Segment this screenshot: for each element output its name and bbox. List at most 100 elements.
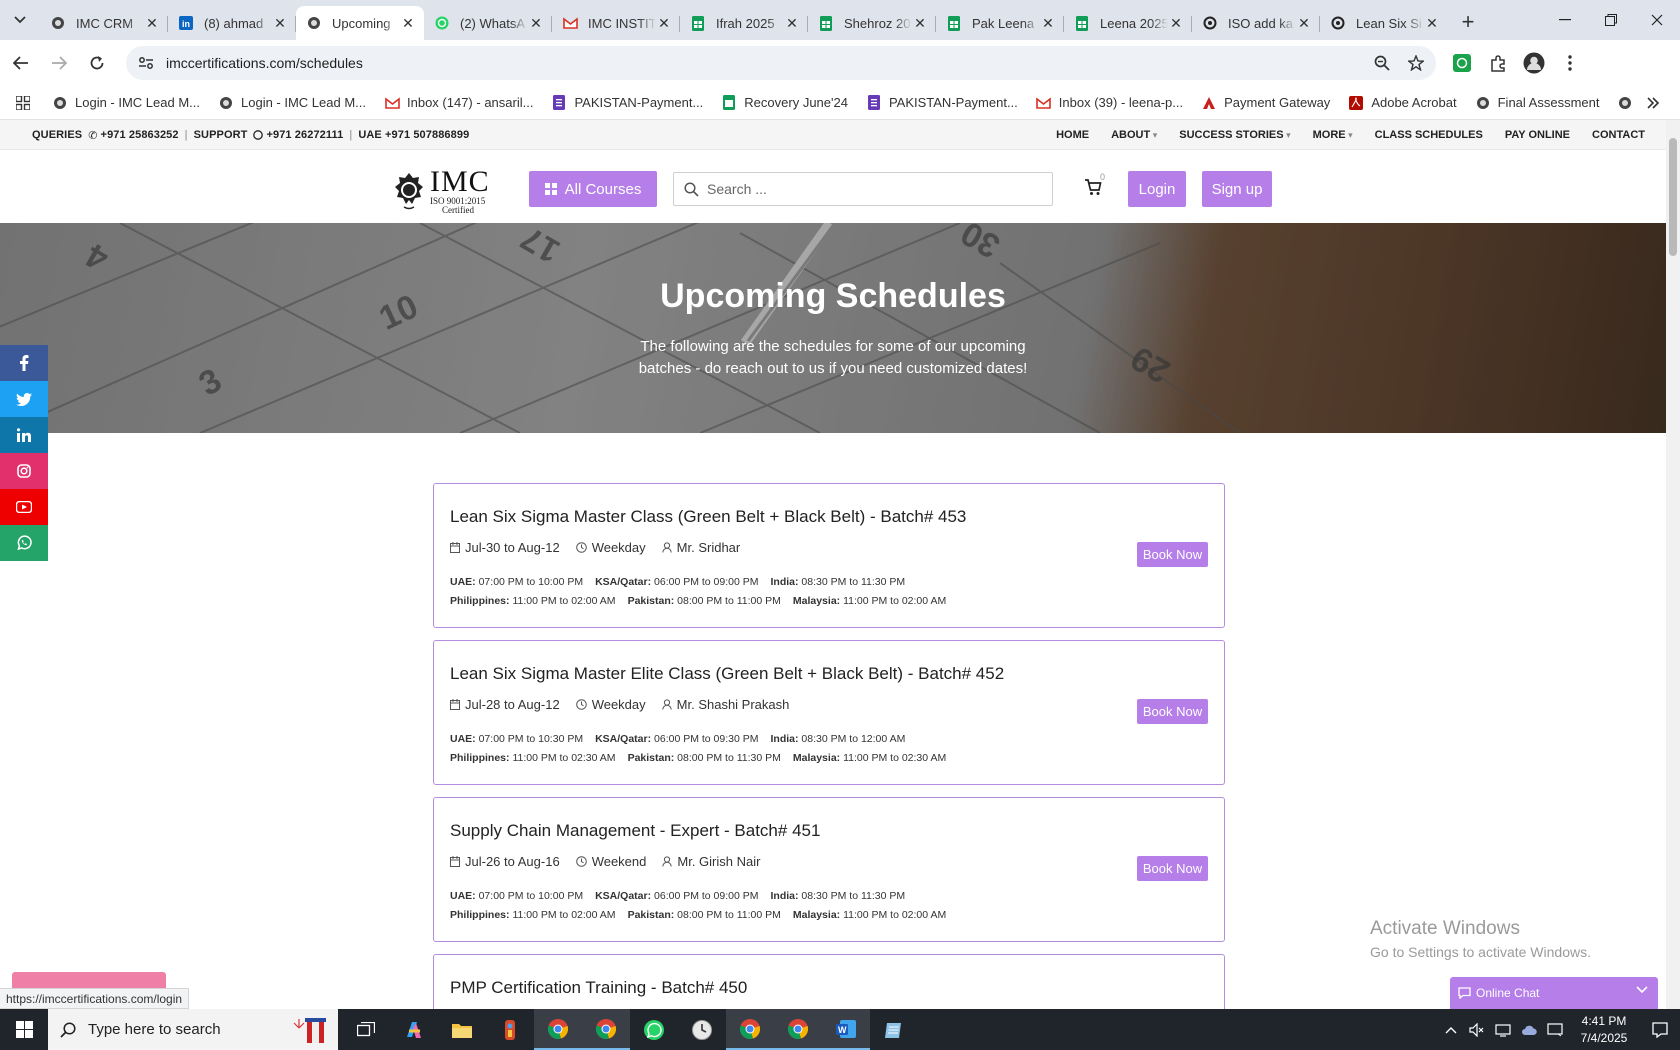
instagram-share-button[interactable] <box>0 453 48 489</box>
tab-close-icon[interactable]: ✕ <box>400 15 416 31</box>
extensions-button[interactable] <box>1480 46 1516 80</box>
word-app[interactable]: W <box>822 1009 870 1050</box>
clock-app[interactable] <box>678 1009 726 1050</box>
taskbar-search[interactable]: Type here to search <box>48 1009 338 1050</box>
cart-button[interactable]: 0 <box>1084 172 1108 202</box>
address-bar[interactable]: imccertifications.com/schedules <box>126 46 1436 80</box>
login-button[interactable]: Login <box>1128 171 1186 207</box>
nav-pay-online[interactable]: PAY ONLINE <box>1505 129 1570 141</box>
browser-tab[interactable]: Ifrah 2025 ✕ <box>680 6 808 40</box>
chevron-down-icon[interactable] <box>1636 986 1648 994</box>
schedule-title[interactable]: Supply Chain Management - Expert - Batch… <box>450 821 820 841</box>
schedule-title[interactable]: Lean Six Sigma Master Elite Class (Green… <box>450 664 1004 684</box>
chrome-app-4[interactable] <box>774 1009 822 1050</box>
tab-close-icon[interactable]: ✕ <box>912 15 928 31</box>
bookmark-item[interactable]: Recovery June'24 <box>721 95 848 111</box>
browser-tab[interactable]: Leena 2025 ✕ <box>1064 6 1192 40</box>
browser-tab[interactable]: in (8) ahmad ✕ <box>168 6 296 40</box>
all-courses-button[interactable]: All Courses <box>529 171 657 207</box>
youtube-share-button[interactable] <box>0 489 48 525</box>
tab-close-icon[interactable]: ✕ <box>1040 15 1056 31</box>
profile-button[interactable] <box>1516 46 1552 80</box>
back-button[interactable] <box>4 46 38 80</box>
chrome-app-3[interactable] <box>726 1009 774 1050</box>
tab-close-icon[interactable]: ✕ <box>528 15 544 31</box>
bookmark-item[interactable]: Login - IMC Lead M... <box>52 95 200 111</box>
nav-success-stories[interactable]: SUCCESS STORIES <box>1179 129 1290 141</box>
uae-phone[interactable]: UAE +971 507886899 <box>358 129 469 141</box>
nav-more[interactable]: MORE <box>1313 129 1353 141</box>
bookmark-star-icon[interactable] <box>1408 55 1424 71</box>
new-tab-button[interactable]: + <box>1452 6 1484 38</box>
notification-center-button[interactable] <box>1640 1021 1680 1038</box>
start-button[interactable] <box>0 1009 48 1050</box>
linkedin-share-button[interactable] <box>0 417 48 453</box>
signup-button[interactable]: Sign up <box>1202 171 1272 207</box>
network-button[interactable] <box>1490 1023 1516 1037</box>
reload-button[interactable] <box>80 46 114 80</box>
scrollbar-thumb[interactable] <box>1669 138 1677 256</box>
page-scrollbar[interactable] <box>1666 120 1680 1009</box>
facebook-share-button[interactable] <box>0 345 48 381</box>
minimize-button[interactable] <box>1542 0 1588 40</box>
zoom-icon[interactable] <box>1374 55 1390 71</box>
bookmark-item[interactable]: PAKISTAN-Payment... <box>551 95 703 111</box>
tab-close-icon[interactable]: ✕ <box>1424 15 1440 31</box>
online-chat-widget[interactable]: Online Chat <box>1450 977 1658 1009</box>
book-now-button[interactable]: Book Now <box>1137 699 1208 724</box>
forward-button[interactable] <box>42 46 76 80</box>
display-button[interactable] <box>1542 1022 1568 1037</box>
browser-tab[interactable]: IMC INSTIT ✕ <box>552 6 680 40</box>
close-window-button[interactable] <box>1634 0 1680 40</box>
bookmark-item[interactable]: Payment Gateway <box>1201 95 1330 111</box>
apps-button[interactable] <box>16 95 30 110</box>
nav-contact[interactable]: CONTACT <box>1592 129 1645 141</box>
schedule-title[interactable]: Lean Six Sigma Master Class (Green Belt … <box>450 507 966 527</box>
bookmark-item[interactable]: Adobe Acrobat <box>1348 95 1457 111</box>
tab-close-icon[interactable]: ✕ <box>656 15 672 31</box>
whatsapp-extension-button[interactable] <box>1444 46 1480 80</box>
tab-search-button[interactable] <box>0 0 40 40</box>
site-logo[interactable]: IMC ISO 9001:2015 Certified <box>392 167 490 215</box>
task-view-button[interactable] <box>342 1009 390 1050</box>
taskbar-clock[interactable]: 4:41 PM 7/4/2025 <box>1568 1013 1640 1047</box>
nav-home[interactable]: HOME <box>1056 129 1089 141</box>
copilot-app[interactable] <box>390 1009 438 1050</box>
chrome-app-2[interactable] <box>582 1009 630 1050</box>
whatsapp-app[interactable] <box>630 1009 678 1050</box>
restore-button[interactable] <box>1588 0 1634 40</box>
bookmark-item[interactable]: Login - IMC Lead M... <box>218 95 366 111</box>
bookmark-item[interactable]: Inbox (147) - ansaril... <box>384 95 533 111</box>
browser-tab[interactable]: Lean Six Si ✕ <box>1320 6 1448 40</box>
book-now-button[interactable]: Book Now <box>1137 856 1208 881</box>
tab-close-icon[interactable]: ✕ <box>272 15 288 31</box>
browser-tab-active[interactable]: Upcoming ✕ <box>296 6 424 40</box>
bookmark-item[interactable]: Inbox (39) - leena-p... <box>1036 95 1183 111</box>
file-explorer-app[interactable] <box>438 1009 486 1050</box>
weather-tray-button[interactable] <box>1516 1023 1542 1037</box>
book-now-button[interactable]: Book Now <box>1137 542 1208 567</box>
schedule-title[interactable]: PMP Certification Training - Batch# 450 <box>450 978 747 998</box>
tab-close-icon[interactable]: ✕ <box>1296 15 1312 31</box>
tab-close-icon[interactable]: ✕ <box>784 15 800 31</box>
more-bookmarks-button[interactable] <box>1646 96 1660 109</box>
bookmark-imc-extra[interactable] <box>1617 95 1640 111</box>
browser-tab[interactable]: Shehroz 20 ✕ <box>808 6 936 40</box>
bookmark-item[interactable]: Final Assessment <box>1475 95 1599 111</box>
tray-overflow-button[interactable] <box>1438 1026 1464 1034</box>
browser-tab[interactable]: Pak Leena ✕ <box>936 6 1064 40</box>
queries-phone[interactable]: +971 25863252 <box>101 129 179 141</box>
browser-tab[interactable]: ISO add ka ✕ <box>1192 6 1320 40</box>
app-shortcut[interactable] <box>486 1009 534 1050</box>
chrome-app-1[interactable] <box>534 1009 582 1050</box>
site-info-icon[interactable] <box>138 56 154 70</box>
search-input[interactable] <box>707 181 1027 197</box>
twitter-share-button[interactable] <box>0 381 48 417</box>
browser-tab[interactable]: (2) WhatsA ✕ <box>424 6 552 40</box>
support-phone[interactable]: +971 26272111 <box>266 129 343 141</box>
whatsapp-share-button[interactable] <box>0 525 48 561</box>
browser-tab[interactable]: IMC CRM ✕ <box>40 6 168 40</box>
tab-close-icon[interactable]: ✕ <box>144 15 160 31</box>
notepad-app[interactable] <box>870 1009 918 1050</box>
nav-about[interactable]: ABOUT <box>1111 129 1157 141</box>
